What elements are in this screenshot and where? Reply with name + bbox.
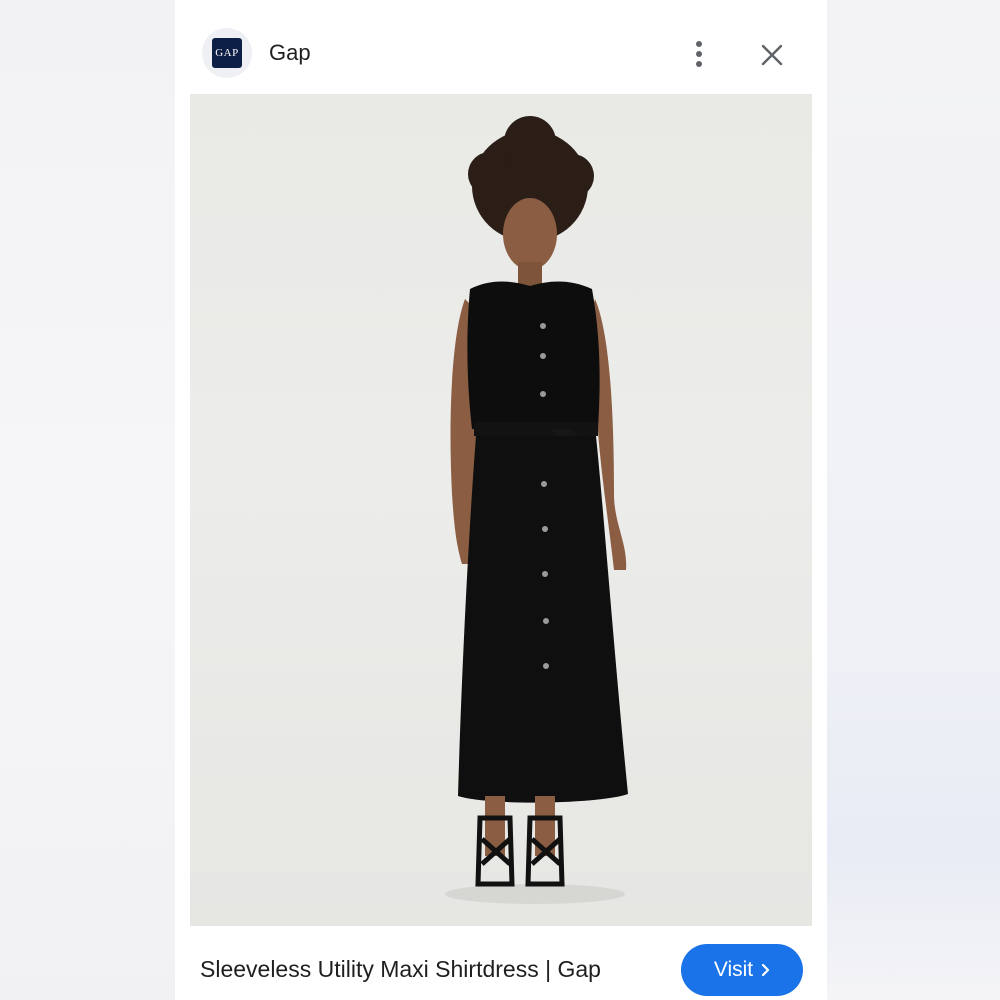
card-footer: Sleeveless Utility Maxi Shirtdress | Gap…: [175, 926, 827, 1000]
product-title[interactable]: Sleeveless Utility Maxi Shirtdress | Gap: [200, 956, 601, 983]
visit-button[interactable]: Visit: [681, 944, 803, 996]
brand-name[interactable]: Gap: [269, 40, 311, 66]
card-header: GAP Gap: [175, 0, 827, 94]
visit-label: Visit: [713, 958, 754, 981]
product-image[interactable]: [190, 94, 812, 926]
brand-avatar[interactable]: GAP: [202, 28, 252, 78]
backdrop-right: [827, 0, 1000, 1000]
more-vert-icon[interactable]: [685, 38, 713, 70]
close-icon[interactable]: [755, 38, 789, 72]
product-card: GAP Gap Sleeveless Utility Maxi Shirtdre…: [175, 0, 827, 1000]
chevron-right-icon: [762, 963, 770, 977]
backdrop-left: [0, 0, 175, 1000]
gap-logo: GAP: [212, 38, 242, 68]
model-illustration: [445, 116, 628, 904]
